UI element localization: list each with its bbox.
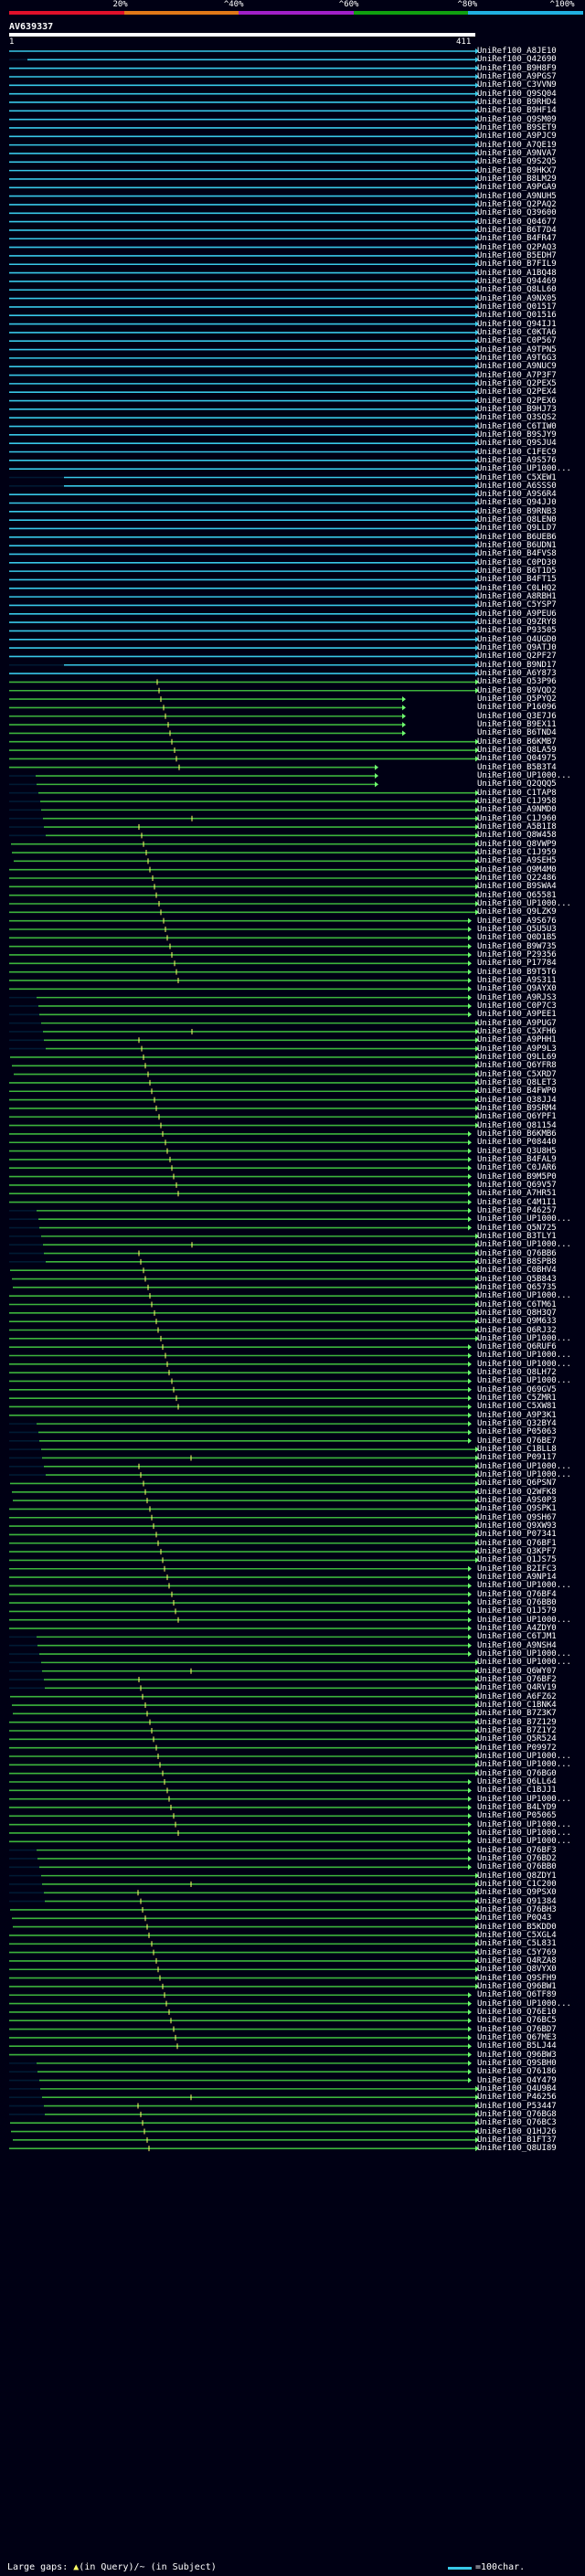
scale-sample-bar	[448, 2567, 472, 2570]
in-subject-label: /~ (in Subject)	[133, 2562, 217, 2572]
legend-footer: Large gaps: ▲(in Query)/~ (in Subject) =…	[0, 2560, 585, 2576]
hit-label[interactable]: UniRef100_Q8UI89	[477, 2144, 583, 2154]
in-query-label: (in Query)	[79, 2562, 134, 2572]
scale-label: =100char.	[475, 2562, 526, 2572]
hit-labels: UniRef100_A8JE10 UniRef100_Q42690 UniRef10…	[0, 0, 585, 2559]
large-gaps-label: Large gaps:	[7, 2562, 69, 2572]
